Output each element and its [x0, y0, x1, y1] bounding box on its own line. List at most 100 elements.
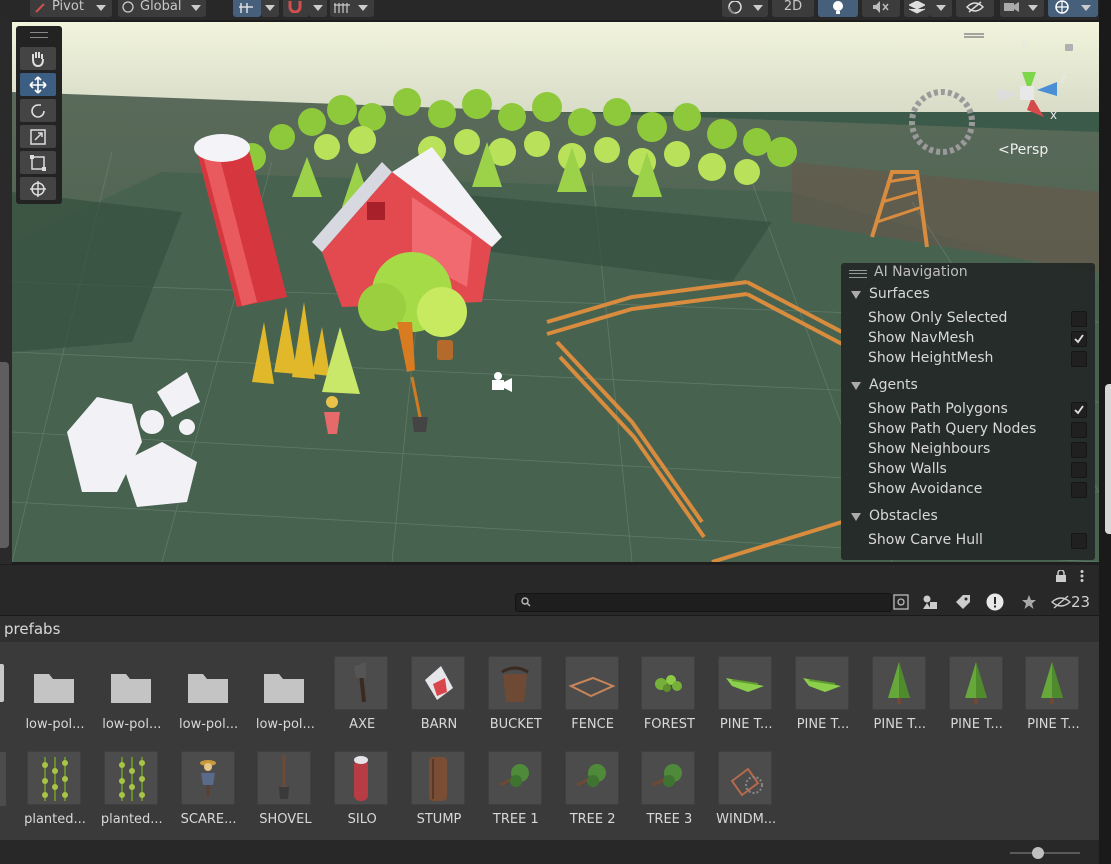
breadcrumb-item-prefabs[interactable]: prefabs — [4, 620, 60, 638]
asset-item[interactable]: WINDM... — [708, 751, 784, 836]
asset-item[interactable]: PINE T... — [939, 656, 1015, 741]
audio-toggle-button[interactable] — [862, 0, 900, 17]
asset-item[interactable]: BARN — [401, 656, 477, 741]
icon-size-slider[interactable] — [1010, 852, 1080, 854]
lock-icon[interactable] — [1065, 44, 1073, 51]
asset-item[interactable]: PINE T... — [708, 656, 784, 741]
show-navmesh-checkbox[interactable] — [1071, 331, 1087, 347]
persp-label: Persp — [1009, 142, 1049, 158]
stump-thumbnail-icon — [411, 751, 465, 805]
icon-size-slider-handle[interactable] — [1032, 847, 1044, 859]
increment-snap-button[interactable] — [283, 0, 309, 17]
chevron-down-icon — [1028, 5, 1038, 11]
folder-item[interactable]: low-pol... — [247, 656, 323, 741]
plant-thumbnail-icon — [103, 751, 158, 805]
lighting-toggle-button[interactable] — [818, 0, 858, 17]
grid-snap-menu[interactable] — [261, 0, 279, 17]
asset-label: STUMP — [416, 812, 462, 827]
asset-item[interactable]: STUMP — [401, 751, 477, 836]
warning-filter-icon[interactable] — [986, 593, 1004, 611]
chevron-down-icon — [358, 5, 368, 11]
favorite-star-icon[interactable] — [1021, 594, 1037, 610]
asset-item[interactable]: planted... — [17, 751, 93, 836]
project-window-header — [0, 565, 1099, 589]
scale-tool-button[interactable] — [20, 125, 56, 148]
show-avoidance-checkbox[interactable] — [1071, 482, 1087, 498]
show-carve-hull-label: Show Carve Hull — [868, 532, 983, 548]
chevron-down-icon — [265, 5, 275, 11]
hidden-objects-toggle[interactable] — [956, 0, 994, 17]
asset-item[interactable]: TREE 2 — [555, 751, 631, 836]
project-status-bar — [0, 840, 1099, 864]
persp-toggle[interactable]: <Persp — [998, 142, 1048, 158]
palette-grip[interactable] — [30, 32, 48, 38]
left-scrollbar[interactable] — [0, 362, 9, 548]
effects-menu[interactable] — [930, 0, 952, 17]
pivot-icon — [35, 3, 45, 13]
pivot-dropdown[interactable]: Pivot — [30, 0, 112, 17]
pivot-label: Pivot — [52, 0, 84, 14]
asset-item[interactable]: FOREST — [631, 656, 707, 741]
asset-item[interactable]: AXE — [324, 656, 400, 741]
asset-item[interactable]: SHOVEL — [247, 751, 323, 836]
asset-item[interactable]: TREE 3 — [631, 751, 707, 836]
filter-by-label-icon[interactable] — [955, 594, 971, 610]
show-walls-label: Show Walls — [868, 461, 947, 477]
grid-visibility-dropdown[interactable] — [330, 0, 374, 17]
move-tool-button[interactable] — [20, 73, 56, 96]
asset-item[interactable]: SCARE... — [171, 751, 247, 836]
2d-label: 2D — [783, 0, 803, 14]
folder-item[interactable]: low-pol... — [17, 656, 93, 741]
eye-slash-icon — [966, 1, 984, 13]
grid-icon — [334, 3, 350, 13]
asset-item[interactable]: PINE T... — [862, 656, 938, 741]
2d-toggle-button[interactable]: 2D — [772, 0, 814, 17]
show-path-query-nodes-checkbox[interactable] — [1071, 422, 1087, 438]
globe-icon — [122, 1, 134, 13]
layers-icon — [909, 1, 925, 14]
show-heightmesh-checkbox[interactable] — [1071, 351, 1087, 367]
gizmos-dropdown[interactable] — [1048, 0, 1098, 17]
asset-item[interactable]: FENCE — [555, 656, 631, 741]
project-search-input[interactable] — [515, 593, 892, 612]
show-only-selected-checkbox[interactable] — [1071, 311, 1087, 327]
pine-thumbnail-icon — [871, 656, 926, 710]
bucket-thumbnail-icon — [487, 656, 542, 710]
global-dropdown[interactable]: Global — [118, 0, 206, 17]
right-window-edge — [1099, 0, 1111, 864]
effects-button[interactable] — [904, 0, 930, 17]
chevron-down-icon — [313, 5, 323, 11]
hidden-packages-icon[interactable] — [1051, 595, 1071, 609]
folder-item[interactable]: low-pol... — [171, 656, 247, 741]
search-by-type-icon[interactable] — [893, 594, 909, 610]
show-carve-hull-checkbox[interactable] — [1071, 533, 1087, 549]
rotate-tool-button[interactable] — [20, 99, 56, 122]
asset-item[interactable]: TREE 1 — [478, 751, 554, 836]
asset-item[interactable]: PINE T... — [785, 656, 861, 741]
transform-tool-button[interactable] — [20, 177, 56, 200]
filter-by-type-icon[interactable] — [922, 594, 938, 610]
asset-item[interactable]: PINE T... — [1015, 656, 1091, 741]
breadcrumb: prefabs — [0, 615, 1099, 642]
overlay-grip[interactable] — [849, 270, 867, 278]
draw-mode-dropdown[interactable] — [722, 0, 768, 17]
hand-tool-button[interactable] — [20, 47, 56, 70]
pine-thumbnail-icon — [1025, 656, 1080, 710]
show-path-polygons-checkbox[interactable] — [1071, 402, 1087, 418]
increment-snap-menu[interactable] — [309, 0, 327, 17]
asset-item[interactable]: SILO — [324, 751, 400, 836]
grid-snap-button[interactable] — [233, 0, 261, 17]
asset-label: low-pol... — [25, 717, 85, 732]
lock-icon[interactable] — [1056, 570, 1066, 582]
show-path-polygons-label: Show Path Polygons — [868, 401, 1008, 417]
show-walls-checkbox[interactable] — [1071, 462, 1087, 478]
asset-label: low-pol... — [255, 717, 315, 732]
show-neighbours-checkbox[interactable] — [1071, 442, 1087, 458]
folder-item[interactable]: low-pol... — [94, 656, 170, 741]
camera-settings-dropdown[interactable] — [1000, 0, 1044, 17]
kebab-menu-icon[interactable] — [1080, 570, 1084, 582]
asset-item[interactable]: BUCKET — [478, 656, 554, 741]
asset-label: PINE T... — [1027, 717, 1080, 732]
asset-item[interactable]: planted... — [94, 751, 170, 836]
rect-tool-button[interactable] — [20, 151, 56, 174]
